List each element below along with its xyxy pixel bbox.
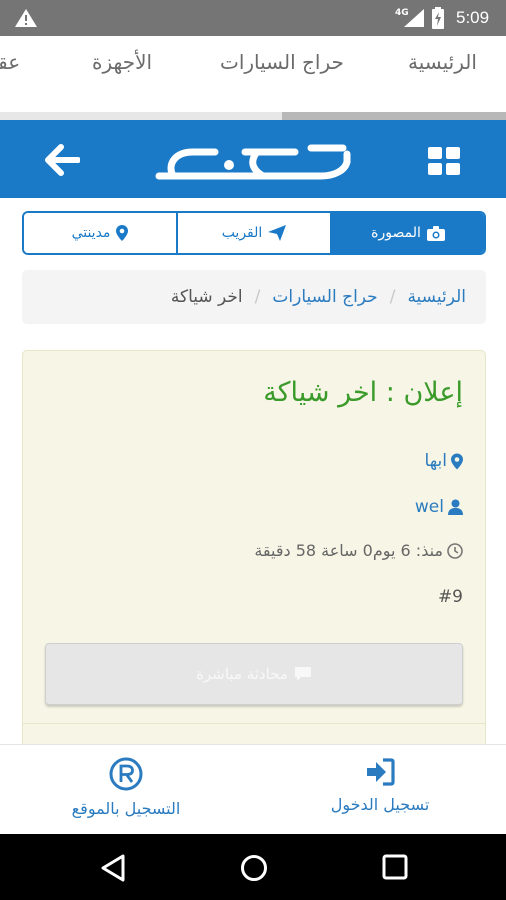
user-icon bbox=[448, 499, 463, 515]
back-arrow-icon[interactable] bbox=[44, 144, 80, 176]
breadcrumb-category[interactable]: حراج السيارات bbox=[272, 287, 377, 307]
chat-bubble-icon bbox=[294, 667, 311, 681]
menu-grid-icon[interactable] bbox=[428, 147, 460, 175]
filter-photos-label: المصورة bbox=[371, 225, 421, 241]
nav-back-icon[interactable] bbox=[100, 854, 126, 882]
signal-icon bbox=[404, 9, 424, 27]
warning-icon bbox=[15, 9, 37, 27]
login-label: تسجيل الدخول bbox=[330, 795, 430, 814]
camera-icon bbox=[426, 225, 445, 241]
tab-home[interactable]: الرئيسية bbox=[408, 50, 477, 74]
ad-city-label: ابها bbox=[424, 451, 447, 471]
ad-user-label: wel bbox=[414, 497, 444, 517]
bottom-action-bar: التسجيل بالموقع تسجيل الدخول bbox=[0, 744, 506, 834]
tab-more[interactable]: عقا bbox=[0, 50, 20, 74]
filter-photos[interactable]: المصورة bbox=[332, 213, 484, 253]
map-marker-icon bbox=[451, 453, 463, 469]
ad-card: إعلان : اخر شياكة ابها wel منذ: 6 يوم0 س… bbox=[22, 350, 486, 770]
ad-time-label: منذ: 6 يوم0 ساعة 58 دقيقة bbox=[254, 541, 443, 560]
registered-icon bbox=[109, 757, 143, 791]
sign-in-icon bbox=[367, 758, 395, 786]
tab-indicator bbox=[282, 112, 506, 120]
app-header bbox=[0, 120, 506, 198]
breadcrumb-home[interactable]: الرئيسية bbox=[407, 287, 466, 307]
live-chat-label: محادثة مباشرة bbox=[196, 665, 288, 683]
clock-icon bbox=[447, 542, 463, 559]
tab-cars[interactable]: حراج السيارات bbox=[220, 50, 344, 74]
nav-home-icon[interactable] bbox=[240, 854, 268, 882]
register-button[interactable]: التسجيل بالموقع bbox=[26, 757, 226, 818]
site-logo bbox=[155, 144, 351, 180]
nav-recents-icon[interactable] bbox=[382, 854, 408, 880]
ad-time: منذ: 6 يوم0 ساعة 58 دقيقة bbox=[254, 541, 463, 560]
filter-nearby[interactable]: القريب bbox=[178, 213, 332, 253]
ad-city[interactable]: ابها bbox=[425, 451, 463, 471]
map-marker-icon bbox=[116, 225, 129, 241]
filter-my-city-label: مدينتي bbox=[71, 225, 111, 241]
live-chat-button[interactable]: محادثة مباشرة bbox=[45, 643, 463, 705]
register-label: التسجيل بالموقع bbox=[71, 799, 181, 818]
status-bar: 4G 5:09 bbox=[0, 0, 506, 36]
paper-plane-icon bbox=[268, 225, 287, 241]
breadcrumb: الرئيسية / حراج السيارات / اخر شياكة bbox=[22, 270, 486, 324]
filter-tabs: مدينتي القريب المصورة bbox=[22, 211, 486, 255]
tab-devices[interactable]: الأجهزة bbox=[92, 50, 152, 74]
battery-charging-icon bbox=[432, 7, 444, 29]
category-tabs: عقا الأجهزة حراج السيارات الرئيسية bbox=[0, 36, 506, 112]
card-divider bbox=[23, 723, 485, 724]
system-nav-bar bbox=[0, 834, 506, 900]
ad-number: #9 bbox=[437, 587, 463, 607]
ad-user[interactable]: wel bbox=[415, 497, 463, 517]
clock: 5:09 bbox=[456, 8, 490, 27]
breadcrumb-current: اخر شياكة bbox=[170, 287, 243, 307]
login-button[interactable]: تسجيل الدخول bbox=[280, 757, 480, 814]
filter-nearby-label: القريب bbox=[221, 225, 263, 241]
filter-my-city[interactable]: مدينتي bbox=[24, 213, 178, 253]
ad-title: إعلان : اخر شياكة bbox=[263, 377, 463, 408]
breadcrumb-separator: / bbox=[389, 287, 396, 307]
breadcrumb-separator: / bbox=[254, 287, 261, 307]
